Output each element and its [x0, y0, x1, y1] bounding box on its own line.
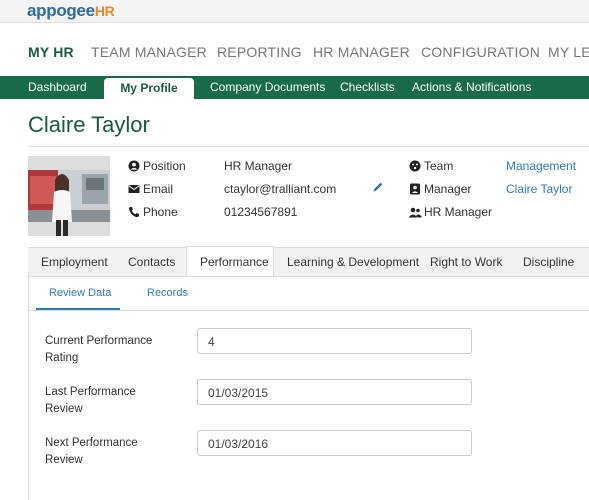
- team-label: Team: [424, 159, 454, 173]
- page-title: Claire Taylor: [28, 112, 150, 137]
- nav-hr-manager[interactable]: HR MANAGER: [313, 44, 410, 60]
- profile-photo: [28, 156, 110, 236]
- tab-discipline[interactable]: Discipline: [523, 255, 574, 269]
- nav-reporting[interactable]: REPORTING: [217, 44, 302, 60]
- app-logo[interactable]: appogeeHR: [27, 1, 115, 21]
- tab-performance-label: Performance: [200, 255, 269, 269]
- tab-right-to-work[interactable]: Right to Work: [430, 255, 502, 269]
- subnav-company-documents[interactable]: Company Documents: [210, 80, 325, 94]
- sub-nav: Dashboard Company Documents Checklists A…: [0, 76, 589, 99]
- user-circle-icon: [128, 160, 140, 172]
- phone-value: 01234567891: [224, 205, 298, 219]
- last-review-label: Last Performance Review: [45, 386, 136, 415]
- position-value: HR Manager: [224, 159, 293, 173]
- nav-my-hr[interactable]: MY HR: [28, 44, 74, 60]
- team-icon: [409, 160, 421, 172]
- tab-learning-development[interactable]: Learning & Development: [287, 255, 419, 269]
- tab-performance[interactable]: Performance: [186, 246, 274, 276]
- subtab-review-data[interactable]: Review Data: [49, 287, 111, 299]
- team-link[interactable]: Management: [506, 159, 576, 173]
- subnav-my-profile[interactable]: My Profile: [104, 78, 194, 100]
- pencil-icon[interactable]: [372, 181, 384, 193]
- email-label: Email: [143, 182, 174, 196]
- users-icon: [408, 207, 422, 218]
- top-nav: MY HR TEAM MANAGER REPORTING HR MANAGER …: [0, 44, 589, 66]
- profile-tabs: Employment Contacts Learning & Developme…: [28, 247, 589, 277]
- subnav-checklists[interactable]: Checklists: [340, 80, 395, 94]
- current-rating-label: Current Performance Rating: [45, 335, 153, 364]
- subtab-divider: [29, 310, 589, 311]
- phone-label: Phone: [143, 205, 178, 219]
- manager-label: Manager: [424, 182, 472, 196]
- subtab-records[interactable]: Records: [147, 287, 188, 299]
- next-review-field[interactable]: 01/03/2016: [197, 430, 472, 456]
- tab-employment[interactable]: Employment: [41, 255, 108, 269]
- envelope-icon: [128, 185, 140, 193]
- subnav-dashboard[interactable]: Dashboard: [28, 80, 87, 94]
- phone-icon: [129, 207, 139, 218]
- nav-my-leave[interactable]: MY LEA: [548, 44, 589, 60]
- role-value: HR Manager: [424, 205, 493, 219]
- position-label: Position: [143, 159, 186, 173]
- email-value: ctaylor@tralliant.com: [224, 182, 337, 196]
- last-review-field[interactable]: 01/03/2015: [197, 379, 472, 405]
- manager-badge-icon: [410, 183, 420, 195]
- manager-link[interactable]: Claire Taylor: [506, 182, 572, 196]
- next-review-label: Next Performance Review: [45, 437, 138, 466]
- nav-team-manager[interactable]: TEAM MANAGER: [91, 44, 207, 60]
- subnav-actions-notifications[interactable]: Actions & Notifications: [412, 80, 531, 94]
- tab-contacts[interactable]: Contacts: [128, 255, 175, 269]
- nav-configuration[interactable]: CONFIGURATION: [421, 44, 540, 60]
- current-rating-field[interactable]: 4: [197, 328, 472, 354]
- title-divider: [28, 146, 589, 147]
